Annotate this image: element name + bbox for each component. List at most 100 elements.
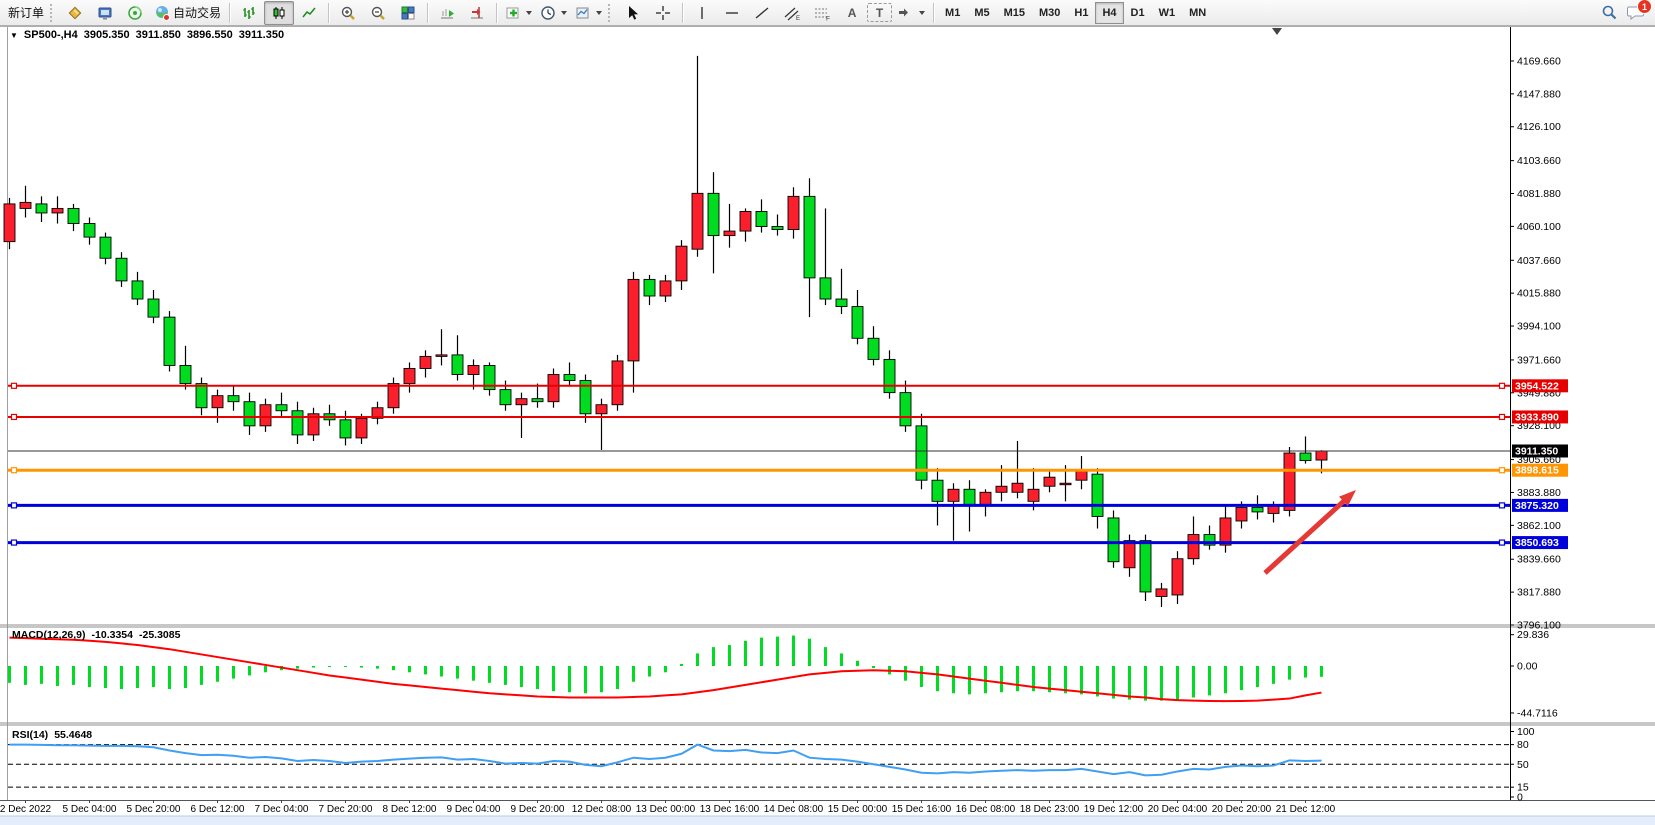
bar-chart-icon[interactable] (234, 1, 264, 25)
indicators-icon[interactable] (501, 1, 536, 25)
candle-body (932, 480, 943, 501)
time-tick-label: 12 Dec 08:00 (572, 804, 632, 815)
arrows-icon[interactable] (892, 1, 929, 25)
line-handle[interactable] (1500, 503, 1505, 508)
price-label-text: 3911.350 (1515, 445, 1558, 457)
candle-body (900, 393, 911, 426)
toolbar-separator (933, 3, 934, 23)
cursor-icon[interactable] (618, 1, 648, 25)
time-tick-label: 2 Dec 2022 (0, 804, 52, 815)
candle-body (916, 426, 927, 480)
fibonacci-icon[interactable]: F (807, 1, 837, 25)
tab-timeframe-w1[interactable]: W1 (1152, 2, 1183, 24)
rsi-indicator-label: RSI(14) 55.4648 (12, 729, 92, 741)
zoom-out-icon[interactable] (363, 1, 393, 25)
tab-timeframe-h1[interactable]: H1 (1067, 2, 1095, 24)
text-label-icon[interactable]: T (867, 3, 892, 22)
tab-timeframe-m5[interactable]: M5 (967, 2, 996, 24)
price-label-text: 3933.890 (1515, 411, 1559, 423)
auto-scroll-icon[interactable] (432, 1, 462, 25)
svg-text:F: F (826, 15, 830, 21)
time-tick-label: 9 Dec 20:00 (511, 804, 565, 815)
candle-body (772, 227, 783, 230)
vertical-line-icon[interactable] (687, 1, 717, 25)
candle-body (1300, 453, 1311, 461)
channel-icon[interactable]: E (777, 1, 807, 25)
chart-title[interactable]: ▼ SP500-,H4 3905.350 3911.850 3896.550 3… (10, 29, 284, 41)
candle-body (388, 384, 399, 408)
tab-timeframe-m1[interactable]: M1 (938, 2, 967, 24)
time-tick-label: 8 Dec 12:00 (383, 804, 437, 815)
candle-body (1268, 506, 1279, 514)
line-handle[interactable] (1500, 383, 1505, 388)
price-tick-label: 4081.880 (1517, 188, 1561, 200)
periods-icon[interactable] (536, 1, 571, 25)
line-handle[interactable] (12, 503, 17, 508)
tab-timeframe-h4[interactable]: H4 (1095, 2, 1123, 24)
chevron-down-icon (526, 11, 532, 15)
text-icon[interactable]: A (837, 1, 867, 25)
rsi-tick-label: 80 (1517, 739, 1529, 751)
chevron-down-icon[interactable]: ▼ (10, 31, 18, 40)
candle-body (4, 204, 15, 242)
candle-body (436, 355, 447, 357)
tile-windows-icon[interactable] (393, 1, 423, 25)
candle-body (724, 231, 735, 236)
templates-icon[interactable] (571, 1, 606, 25)
line-handle[interactable] (1500, 414, 1505, 419)
toolbar-separator (328, 3, 329, 23)
search-icon[interactable] (1601, 4, 1618, 21)
macd-main-value: -10.3354 (92, 629, 133, 641)
time-tick-label: 16 Dec 08:00 (956, 804, 1016, 815)
line-handle[interactable] (1500, 540, 1505, 545)
candle-body (1012, 483, 1023, 492)
candle-body (68, 208, 79, 223)
candle-body (1060, 483, 1071, 485)
candle-body (788, 196, 799, 229)
candle-body (356, 418, 367, 438)
line-handle[interactable] (1500, 468, 1505, 473)
tab-timeframe-mn[interactable]: MN (1182, 2, 1213, 24)
tab-timeframe-d1[interactable]: D1 (1124, 2, 1152, 24)
trendline-icon[interactable] (747, 1, 777, 25)
candle-body (1108, 518, 1119, 562)
line-chart-icon[interactable] (294, 1, 324, 25)
crosshair-icon[interactable] (648, 1, 678, 25)
candle-body (420, 356, 431, 368)
candle-body (1316, 451, 1327, 460)
line-handle[interactable] (12, 540, 17, 545)
horizontal-line-icon[interactable] (717, 1, 747, 25)
price-label-text: 3954.522 (1515, 380, 1559, 392)
chart-canvas[interactable]: 4169.6604147.8804126.1004103.6604081.880… (0, 0, 1655, 825)
price-tick-label: 4015.880 (1517, 288, 1561, 300)
candle-body (1044, 477, 1055, 486)
candle-body (132, 281, 143, 299)
chart-low: 3896.550 (187, 29, 233, 41)
candle-body (180, 365, 191, 383)
tab-timeframe-m15[interactable]: M15 (997, 2, 1032, 24)
line-handle[interactable] (12, 414, 17, 419)
candle-body (756, 211, 767, 226)
candle-body (1076, 471, 1087, 480)
candle-body (548, 375, 559, 402)
expert-advisor-icon[interactable] (60, 1, 90, 25)
line-handle[interactable] (12, 383, 17, 388)
price-tick-label: 3971.660 (1517, 354, 1561, 366)
toolbar-separator (229, 3, 230, 23)
new-order-button[interactable]: 新订单 (4, 1, 48, 25)
line-handle[interactable] (12, 468, 17, 473)
auto-trading-button[interactable]: 自动交易 (150, 1, 225, 25)
candle-body (1188, 535, 1199, 559)
time-tick-label: 15 Dec 00:00 (828, 804, 888, 815)
time-tick-label: 18 Dec 23:00 (1020, 804, 1080, 815)
chat-icon[interactable]: 1 (1626, 4, 1645, 21)
zoom-in-icon[interactable] (333, 1, 363, 25)
chart-shift-icon[interactable] (462, 1, 492, 25)
tab-timeframe-m30[interactable]: M30 (1032, 2, 1067, 24)
terminal-icon[interactable] (90, 1, 120, 25)
horizontal-scrollbar[interactable] (0, 816, 1655, 825)
candlestick-chart-icon[interactable] (264, 1, 294, 25)
svg-text:E: E (796, 16, 800, 21)
price-tick-label: 3817.880 (1517, 587, 1561, 599)
signals-icon[interactable] (120, 1, 150, 25)
